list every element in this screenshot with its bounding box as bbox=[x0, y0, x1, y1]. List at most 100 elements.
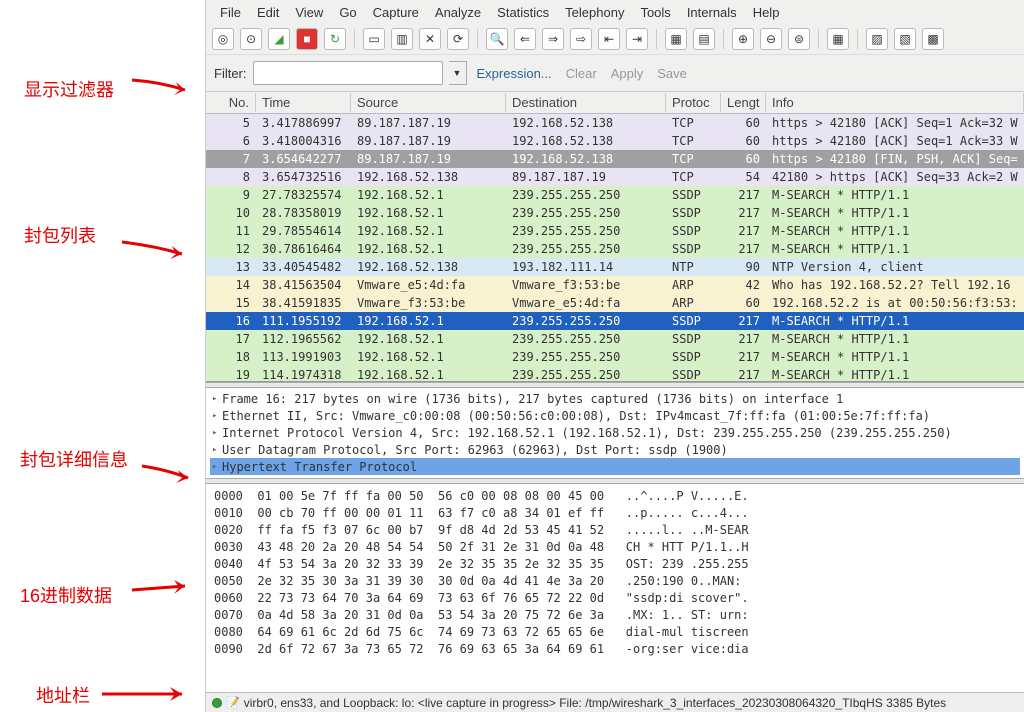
menu-telephony[interactable]: Telephony bbox=[557, 5, 632, 20]
status-bar: 📝 virbr0, ens33, and Loopback: lo: <live… bbox=[206, 692, 1024, 712]
capture-status-icon bbox=[212, 698, 222, 708]
detail-row[interactable]: ▸Ethernet II, Src: Vmware_c0:00:08 (00:5… bbox=[210, 407, 1020, 424]
capture-filters-button[interactable]: ▨ bbox=[866, 28, 888, 50]
detail-row[interactable]: ▸Hypertext Transfer Protocol bbox=[210, 458, 1020, 475]
zoom-in-button[interactable]: ⊕ bbox=[732, 28, 754, 50]
jump-button[interactable]: ⇨ bbox=[570, 28, 592, 50]
arrow-icon bbox=[120, 238, 200, 264]
col-info[interactable]: Info bbox=[766, 93, 1024, 112]
table-row[interactable]: 83.654732516192.168.52.13889.187.187.19T… bbox=[206, 168, 1024, 186]
reload-button[interactable]: ⟳ bbox=[447, 28, 469, 50]
annot-status: 地址栏 bbox=[36, 682, 90, 708]
last-button[interactable]: ⇥ bbox=[626, 28, 648, 50]
detail-row[interactable]: ▸User Datagram Protocol, Src Port: 62963… bbox=[210, 441, 1020, 458]
table-row[interactable]: 19114.1974318192.168.52.1239.255.255.250… bbox=[206, 366, 1024, 382]
expand-icon[interactable]: ▸ bbox=[212, 428, 222, 438]
menu-internals[interactable]: Internals bbox=[679, 5, 745, 20]
arrow-icon bbox=[100, 682, 200, 706]
wireshark-app: FileEditViewGoCaptureAnalyzeStatisticsTe… bbox=[205, 0, 1024, 712]
menu-view[interactable]: View bbox=[287, 5, 331, 20]
menu-file[interactable]: File bbox=[212, 5, 249, 20]
menu-bar: FileEditViewGoCaptureAnalyzeStatisticsTe… bbox=[206, 0, 1024, 24]
detail-text: Hypertext Transfer Protocol bbox=[222, 460, 417, 474]
col-time[interactable]: Time bbox=[256, 93, 351, 112]
expression-link[interactable]: Expression... bbox=[477, 66, 552, 81]
resize-cols-button[interactable]: ▦ bbox=[827, 28, 849, 50]
table-row[interactable]: 1333.40545482192.168.52.138193.182.111.1… bbox=[206, 258, 1024, 276]
table-row[interactable]: 927.78325574192.168.52.1239.255.255.250S… bbox=[206, 186, 1024, 204]
menu-capture[interactable]: Capture bbox=[365, 5, 427, 20]
table-row[interactable]: 63.41800431689.187.187.19192.168.52.138T… bbox=[206, 132, 1024, 150]
toolbar: ◎ ⊙ ◢ ■ ↻ ▭ ▥ ✕ ⟳ 🔍 ⇐ ⇒ ⇨ ⇤ ⇥ ▦ ▤ ⊕ ⊖ ⊜ … bbox=[206, 24, 1024, 55]
colorize-button[interactable]: ▦ bbox=[665, 28, 687, 50]
expand-icon[interactable]: ▸ bbox=[212, 462, 222, 472]
table-row[interactable]: 1129.78554614192.168.52.1239.255.255.250… bbox=[206, 222, 1024, 240]
autoscroll-button[interactable]: ▤ bbox=[693, 28, 715, 50]
filter-label: Filter: bbox=[214, 66, 247, 81]
annot-hex: 16进制数据 bbox=[20, 582, 112, 608]
menu-go[interactable]: Go bbox=[331, 5, 364, 20]
display-filters-button[interactable]: ▧ bbox=[894, 28, 916, 50]
col-dest[interactable]: Destination bbox=[506, 93, 666, 112]
hex-dump-pane[interactable]: 0000 01 00 5e 7f ff fa 00 50 56 c0 00 08… bbox=[206, 484, 1024, 692]
packet-list-header: No. Time Source Destination Protoc Lengt… bbox=[206, 92, 1024, 114]
menu-edit[interactable]: Edit bbox=[249, 5, 287, 20]
table-row[interactable]: 53.41788699789.187.187.19192.168.52.138T… bbox=[206, 114, 1024, 132]
restart-button[interactable]: ↻ bbox=[324, 28, 346, 50]
stop-button[interactable]: ■ bbox=[296, 28, 318, 50]
expand-icon[interactable]: ▸ bbox=[212, 411, 222, 421]
packet-list-pane: No. Time Source Destination Protoc Lengt… bbox=[206, 92, 1024, 382]
find-button[interactable]: 🔍 bbox=[486, 28, 508, 50]
table-row[interactable]: 73.65464227789.187.187.19192.168.52.138T… bbox=[206, 150, 1024, 168]
coloring-rules-button[interactable]: ▩ bbox=[922, 28, 944, 50]
table-row[interactable]: 1230.78616464192.168.52.1239.255.255.250… bbox=[206, 240, 1024, 258]
arrow-icon bbox=[140, 462, 204, 488]
clear-link[interactable]: Clear bbox=[566, 66, 597, 81]
annotation-pane: 显示过滤器 封包列表 封包详细信息 16进制数据 地址栏 bbox=[0, 0, 205, 712]
filter-bar: Filter: ▼ Expression... Clear Apply Save bbox=[206, 55, 1024, 92]
filter-dropdown[interactable]: ▼ bbox=[449, 61, 467, 85]
packet-list-body[interactable]: 53.41788699789.187.187.19192.168.52.138T… bbox=[206, 114, 1024, 382]
table-row[interactable]: 1538.41591835Vmware_f3:53:beVmware_e5:4d… bbox=[206, 294, 1024, 312]
menu-analyze[interactable]: Analyze bbox=[427, 5, 489, 20]
save-link[interactable]: Save bbox=[657, 66, 687, 81]
packet-detail-pane[interactable]: ▸Frame 16: 217 bytes on wire (1736 bits)… bbox=[206, 388, 1024, 478]
arrow-icon bbox=[130, 76, 200, 102]
expand-icon[interactable]: ▸ bbox=[212, 445, 222, 455]
open-button[interactable]: ▭ bbox=[363, 28, 385, 50]
first-button[interactable]: ⇤ bbox=[598, 28, 620, 50]
detail-text: Internet Protocol Version 4, Src: 192.16… bbox=[222, 426, 952, 440]
options-button[interactable]: ⊙ bbox=[240, 28, 262, 50]
detail-text: User Datagram Protocol, Src Port: 62963 … bbox=[222, 443, 728, 457]
menu-statistics[interactable]: Statistics bbox=[489, 5, 557, 20]
expand-icon[interactable]: ▸ bbox=[212, 394, 222, 404]
detail-text: Ethernet II, Src: Vmware_c0:00:08 (00:50… bbox=[222, 409, 930, 423]
zoom-out-button[interactable]: ⊖ bbox=[760, 28, 782, 50]
detail-row[interactable]: ▸Internet Protocol Version 4, Src: 192.1… bbox=[210, 424, 1020, 441]
annot-list: 封包列表 bbox=[24, 222, 96, 248]
table-row[interactable]: 16111.1955192192.168.52.1239.255.255.250… bbox=[206, 312, 1024, 330]
detail-text: Frame 16: 217 bytes on wire (1736 bits),… bbox=[222, 392, 843, 406]
filter-input[interactable] bbox=[253, 61, 443, 85]
table-row[interactable]: 17112.1965562192.168.52.1239.255.255.250… bbox=[206, 330, 1024, 348]
annot-detail: 封包详细信息 bbox=[20, 446, 128, 472]
table-row[interactable]: 1438.41563504Vmware_e5:4d:faVmware_f3:53… bbox=[206, 276, 1024, 294]
prev-button[interactable]: ⇐ bbox=[514, 28, 536, 50]
interfaces-button[interactable]: ◎ bbox=[212, 28, 234, 50]
next-button[interactable]: ⇒ bbox=[542, 28, 564, 50]
save-button[interactable]: ▥ bbox=[391, 28, 413, 50]
detail-row[interactable]: ▸Frame 16: 217 bytes on wire (1736 bits)… bbox=[210, 390, 1020, 407]
col-len[interactable]: Lengt bbox=[721, 93, 766, 112]
col-source[interactable]: Source bbox=[351, 93, 506, 112]
zoom-reset-button[interactable]: ⊜ bbox=[788, 28, 810, 50]
table-row[interactable]: 18113.1991903192.168.52.1239.255.255.250… bbox=[206, 348, 1024, 366]
menu-help[interactable]: Help bbox=[745, 5, 788, 20]
start-button[interactable]: ◢ bbox=[268, 28, 290, 50]
arrow-icon bbox=[130, 580, 200, 606]
table-row[interactable]: 1028.78358019192.168.52.1239.255.255.250… bbox=[206, 204, 1024, 222]
close-icon[interactable]: ✕ bbox=[419, 28, 441, 50]
menu-tools[interactable]: Tools bbox=[632, 5, 678, 20]
col-no[interactable]: No. bbox=[206, 93, 256, 112]
col-proto[interactable]: Protoc bbox=[666, 93, 721, 112]
apply-link[interactable]: Apply bbox=[611, 66, 644, 81]
